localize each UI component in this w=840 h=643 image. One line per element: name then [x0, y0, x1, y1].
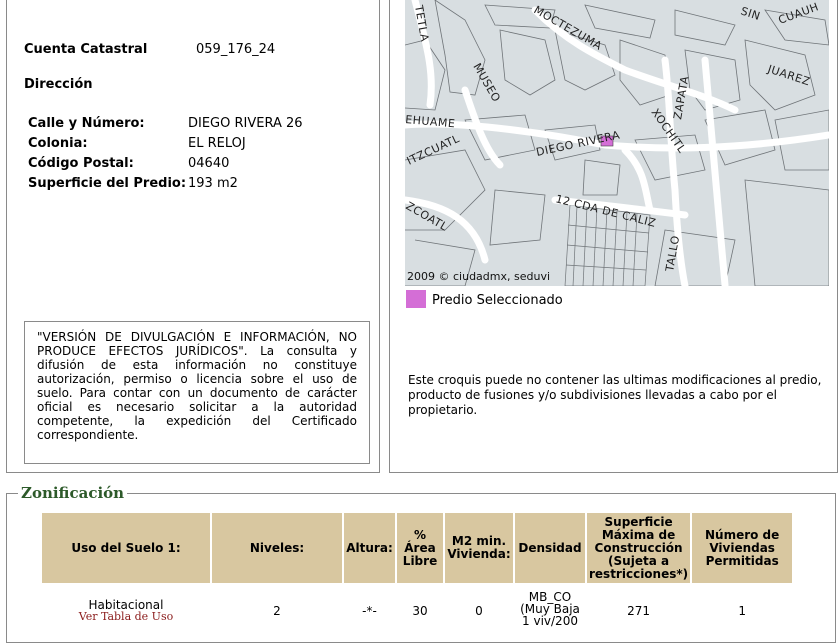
cp-label: Código Postal: — [28, 156, 134, 171]
map-note: Este croquis puede no contener las ultim… — [408, 373, 822, 417]
uso-value: Habitacional — [88, 598, 164, 612]
legend-swatch — [406, 290, 426, 308]
location-map[interactable]: TETLA MOCTEZUMA SIN CUAUH JUAREZ MUSEO Z… — [405, 0, 829, 286]
legend-label: Predio Seleccionado — [432, 293, 563, 308]
superficie-label: Superficie del Predio: — [28, 176, 187, 191]
colonia-value: EL RELOJ — [188, 136, 246, 151]
zonificacion-table: Uso del Suelo 1: Niveles: Altura: % Área… — [40, 511, 794, 630]
superficie-max-value: 271 — [627, 604, 651, 618]
cell-altura: -*- — [344, 585, 395, 628]
header-densidad: Densidad — [515, 513, 585, 583]
header-uso: Uso del Suelo 1: — [42, 513, 210, 583]
header-altura: Altura: — [344, 513, 395, 583]
altura-value: -*- — [362, 604, 377, 618]
map-credit: 2009 © ciudadmx, seduvi — [407, 270, 551, 283]
cuenta-label: Cuenta Catastral — [24, 42, 148, 57]
calle-value: DIEGO RIVERA 26 — [188, 116, 303, 131]
cp-value: 04640 — [188, 156, 230, 171]
area-libre-value: 30 — [412, 604, 428, 618]
header-m2-min: M2 min. Vivienda: — [445, 513, 513, 583]
cell-niveles: 2 — [212, 585, 342, 628]
ver-tabla-uso-link[interactable]: Ver Tabla de Uso — [43, 611, 209, 623]
cuenta-value: 059_176_24 — [196, 42, 276, 57]
header-area-libre: % Área Libre — [397, 513, 443, 583]
table-row: Habitacional Ver Tabla de Uso 2 -*- 30 0… — [42, 585, 792, 628]
colonia-label: Colonia: — [28, 136, 88, 151]
calle-label: Calle y Número: — [28, 116, 145, 131]
num-viviendas-value: 1 — [738, 604, 746, 618]
cell-num-viviendas: 1 — [692, 585, 792, 628]
property-info-panel: Cuenta Catastral 059_176_24 Dirección Ca… — [6, 0, 380, 473]
direccion-label: Dirección — [24, 77, 93, 92]
header-niveles: Niveles: — [212, 513, 342, 583]
header-num-viviendas: Número de Viviendas Permitidas — [692, 513, 793, 583]
header-superficie-max: Superficie Máxima de Construcción (Sujet… — [587, 513, 691, 583]
cell-superficie-max: 271 — [587, 585, 690, 628]
cell-densidad: MB_CO (Muy Baja 1 viv/200 — [515, 585, 585, 628]
zonificacion-title: Zonificación — [18, 484, 128, 502]
table-header-row: Uso del Suelo 1: Niveles: Altura: % Área… — [42, 513, 793, 583]
m2-min-value: 0 — [475, 604, 483, 618]
cell-m2-min: 0 — [445, 585, 513, 628]
cell-uso: Habitacional Ver Tabla de Uso — [42, 585, 210, 628]
cell-area-libre: 30 — [397, 585, 443, 628]
superficie-value: 193 m2 — [188, 176, 238, 191]
map-canvas: TETLA MOCTEZUMA SIN CUAUH JUAREZ MUSEO Z… — [405, 0, 829, 286]
map-panel: TETLA MOCTEZUMA SIN CUAUH JUAREZ MUSEO Z… — [389, 0, 838, 473]
densidad-value: MB_CO (Muy Baja 1 viv/200 — [520, 590, 580, 628]
disclaimer-box: "VERSIÓN DE DIVULGACIÓN E INFORMACIÓN, N… — [24, 321, 370, 464]
niveles-value: 2 — [273, 604, 281, 618]
